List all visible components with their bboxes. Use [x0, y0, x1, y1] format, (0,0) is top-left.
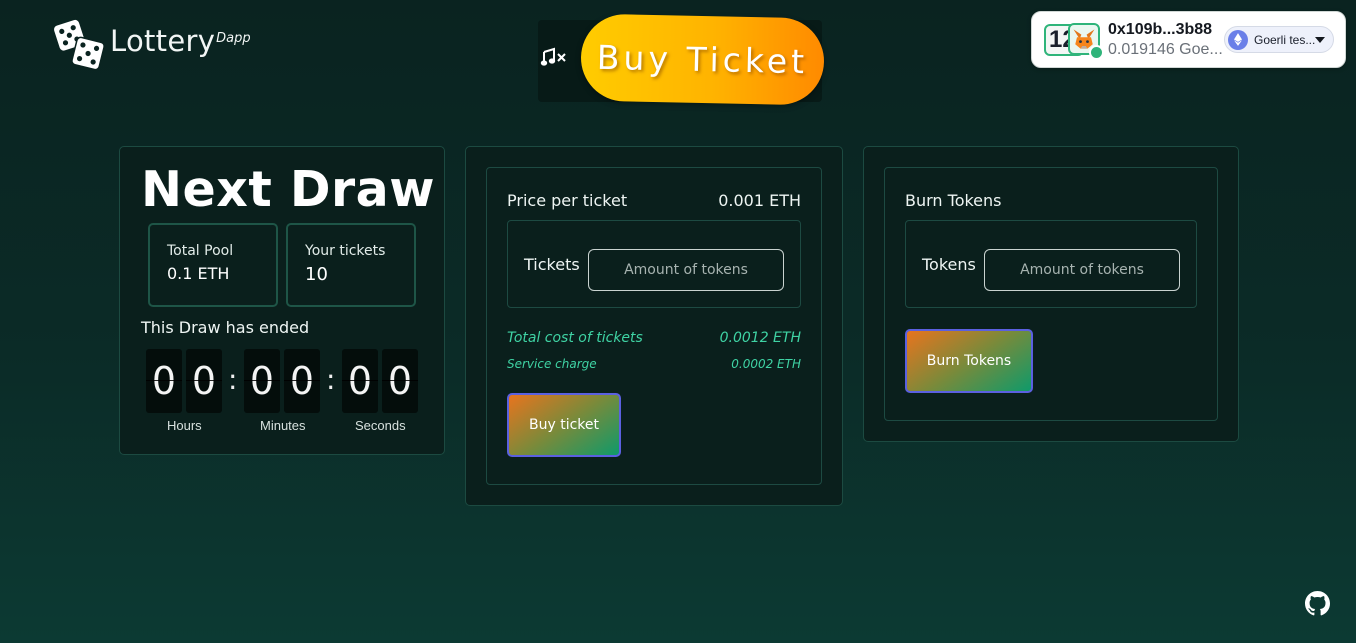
draw-status: This Draw has ended: [141, 318, 310, 337]
your-tickets-box: Your tickets 10: [286, 223, 416, 307]
countdown-timer: 0 0 : 0 0 : 0 0: [146, 349, 422, 413]
buy-ticket-banner[interactable]: Buy Ticket: [580, 13, 825, 106]
total-pool-value: 0.1 ETH: [167, 264, 230, 283]
tokens-label: Tokens: [922, 255, 976, 274]
total-cost-value: 0.0012 ETH: [719, 330, 801, 346]
burn-tokens-title: Burn Tokens: [905, 191, 1002, 210]
tokens-input-group: Tokens: [905, 220, 1197, 308]
network-selector[interactable]: Goerli tes...: [1224, 26, 1334, 53]
total-pool-label: Total Pool: [167, 243, 234, 259]
github-icon[interactable]: [1305, 591, 1330, 616]
connected-check-icon: [1089, 45, 1104, 60]
chevron-down-icon: [1315, 37, 1325, 43]
wallet-balance: 0.019146 Goe...: [1108, 41, 1223, 58]
dice-icon: [54, 19, 105, 71]
your-tickets-value: 10: [305, 264, 328, 285]
buy-ticket-card: Price per ticket 0.001 ETH Tickets Total…: [465, 146, 843, 506]
wallet-widget[interactable]: 12 0x109b...3b88 0.019146 Goe... Goerli …: [1031, 11, 1346, 68]
service-charge-label: Service charge: [507, 357, 597, 371]
burn-tokens-card: Burn Tokens Tokens Burn Tokens: [863, 146, 1239, 442]
price-label: Price per ticket: [507, 191, 628, 210]
seconds-label: Seconds: [355, 418, 406, 433]
ethereum-icon: [1228, 29, 1248, 50]
network-label: Goerli tes...: [1254, 32, 1316, 47]
burn-tokens-panel: Burn Tokens Tokens Burn Tokens: [884, 167, 1218, 421]
wallet-address: 0x109b...3b88: [1108, 21, 1213, 38]
minutes-digit: 0: [244, 349, 280, 413]
total-pool-box: Total Pool 0.1 ETH: [148, 223, 278, 307]
hours-label: Hours: [167, 418, 202, 433]
buy-ticket-panel: Price per ticket 0.001 ETH Tickets Total…: [486, 167, 822, 485]
tickets-amount-input[interactable]: [588, 249, 784, 291]
app-logo[interactable]: Lottery Dapp: [52, 16, 251, 72]
minutes-label: Minutes: [260, 418, 306, 433]
next-draw-title: Next Draw: [141, 161, 436, 218]
hours-digit: 0: [186, 349, 222, 413]
total-cost-label: Total cost of tickets: [507, 330, 643, 346]
service-charge-value: 0.0002 ETH: [731, 357, 801, 371]
price-value: 0.001 ETH: [718, 191, 801, 210]
hours-digit: 0: [146, 349, 182, 413]
minutes-digit: 0: [284, 349, 320, 413]
burn-tokens-button[interactable]: Burn Tokens: [905, 329, 1033, 393]
seconds-digit: 0: [342, 349, 378, 413]
logo-superscript: Dapp: [216, 31, 251, 46]
tokens-amount-input[interactable]: [984, 249, 1180, 291]
next-draw-card: Next Draw Total Pool 0.1 ETH Your ticket…: [119, 146, 445, 455]
seconds-digit: 0: [382, 349, 418, 413]
music-muted-icon[interactable]: [540, 46, 570, 70]
tickets-label: Tickets: [524, 255, 580, 274]
logo-title: Lottery: [110, 24, 216, 58]
your-tickets-label: Your tickets: [305, 243, 386, 259]
timer-separator: :: [228, 363, 238, 396]
buy-ticket-button[interactable]: Buy ticket: [507, 393, 621, 457]
buy-ticket-banner-label: Buy Ticket: [596, 37, 809, 82]
timer-separator: :: [326, 363, 336, 396]
tickets-input-group: Tickets: [507, 220, 801, 308]
